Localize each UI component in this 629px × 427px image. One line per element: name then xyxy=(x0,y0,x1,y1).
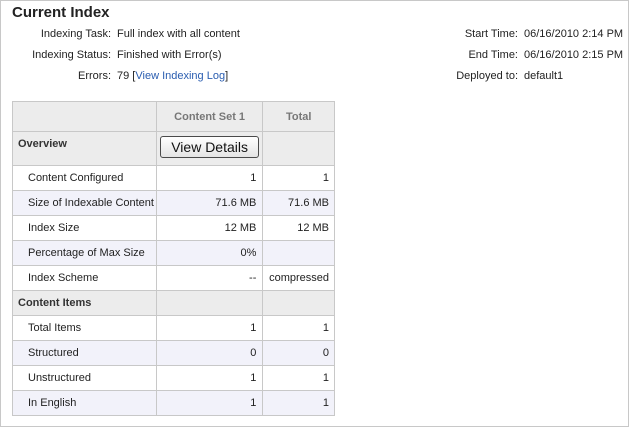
deployed-to-label: Deployed to: xyxy=(456,70,518,82)
total-value: 1 xyxy=(262,315,335,341)
index-stats-table: Content Set 1 Total Overview View Detail… xyxy=(12,101,335,416)
table-header-row: Content Set 1 Total xyxy=(12,101,335,132)
content-set-1-value: 1 xyxy=(155,390,264,416)
table-row: Size of Indexable Content 71.6 MB 71.6 M… xyxy=(12,190,335,216)
indexing-task-label: Indexing Task: xyxy=(40,28,111,40)
page-title: Current Index xyxy=(12,4,110,21)
end-time-label: End Time: xyxy=(468,49,518,61)
content-set-1-value: 1 xyxy=(155,315,264,341)
total-value: compressed xyxy=(262,265,335,291)
current-index-panel: Current Index Indexing Task: Full index … xyxy=(0,0,629,427)
table-row: Index Scheme -- compressed xyxy=(12,265,335,291)
table-row: In English 1 1 xyxy=(12,390,335,416)
row-label: In English xyxy=(12,390,157,416)
row-label: Percentage of Max Size xyxy=(12,240,157,266)
view-indexing-log-link[interactable]: View Indexing Log xyxy=(135,70,225,82)
deployed-to-value: default1 xyxy=(524,70,564,82)
row-label: Structured xyxy=(12,340,157,366)
content-set-1-value: 1 xyxy=(155,165,264,191)
total-value: 12 MB xyxy=(262,215,335,241)
errors-label: Errors: xyxy=(78,70,111,82)
row-label: Content Configured xyxy=(12,165,157,191)
errors-count: 79 xyxy=(117,70,130,82)
indexing-status-value: Finished with Error(s) xyxy=(117,49,222,61)
table-row: Structured 0 0 xyxy=(12,340,335,366)
overview-total-cell xyxy=(262,131,335,166)
content-items-section-row: Content Items xyxy=(12,290,335,316)
errors-value: 79 [View Indexing Log] xyxy=(117,70,229,82)
column-header-content-set-1: Content Set 1 xyxy=(155,101,264,132)
content-set-1-value: 71.6 MB xyxy=(155,190,264,216)
table-row: Total Items 1 1 xyxy=(12,315,335,341)
content-set-1-value: 12 MB xyxy=(155,215,264,241)
total-value: 71.6 MB xyxy=(262,190,335,216)
total-value: 1 xyxy=(262,165,335,191)
row-label: Total Items xyxy=(12,315,157,341)
content-set-1-value: 0% xyxy=(155,240,264,266)
start-time-value: 06/16/2010 2:14 PM xyxy=(524,28,624,40)
start-time-label: Start Time: xyxy=(464,28,518,40)
total-value xyxy=(262,240,335,266)
content-items-section-label: Content Items xyxy=(12,290,157,316)
row-label: Index Scheme xyxy=(12,265,157,291)
view-details-cell: View Details xyxy=(155,131,264,166)
overview-section-label: Overview xyxy=(12,131,157,166)
table-row: Unstructured 1 1 xyxy=(12,365,335,391)
content-set-1-value: 0 xyxy=(155,340,264,366)
section-blank-cell xyxy=(155,290,264,316)
row-label: Size of Indexable Content xyxy=(12,190,157,216)
table-row: Index Size 12 MB 12 MB xyxy=(12,215,335,241)
row-label: Index Size xyxy=(12,215,157,241)
indexing-status-label: Indexing Status: xyxy=(32,49,111,61)
column-header-blank xyxy=(12,101,157,132)
overview-section-row: Overview View Details xyxy=(12,131,335,166)
row-label: Unstructured xyxy=(12,365,157,391)
indexing-task-value: Full index with all content xyxy=(117,28,240,40)
section-blank-cell xyxy=(262,290,335,316)
column-header-total: Total xyxy=(262,101,335,132)
total-value: 1 xyxy=(262,390,335,416)
content-set-1-value: -- xyxy=(155,265,264,291)
table-row: Content Configured 1 1 xyxy=(12,165,335,191)
total-value: 0 xyxy=(262,340,335,366)
end-time-value: 06/16/2010 2:15 PM xyxy=(524,49,624,61)
content-set-1-value: 1 xyxy=(155,365,264,391)
view-details-button[interactable]: View Details xyxy=(160,136,259,158)
table-row: Percentage of Max Size 0% xyxy=(12,240,335,266)
total-value: 1 xyxy=(262,365,335,391)
